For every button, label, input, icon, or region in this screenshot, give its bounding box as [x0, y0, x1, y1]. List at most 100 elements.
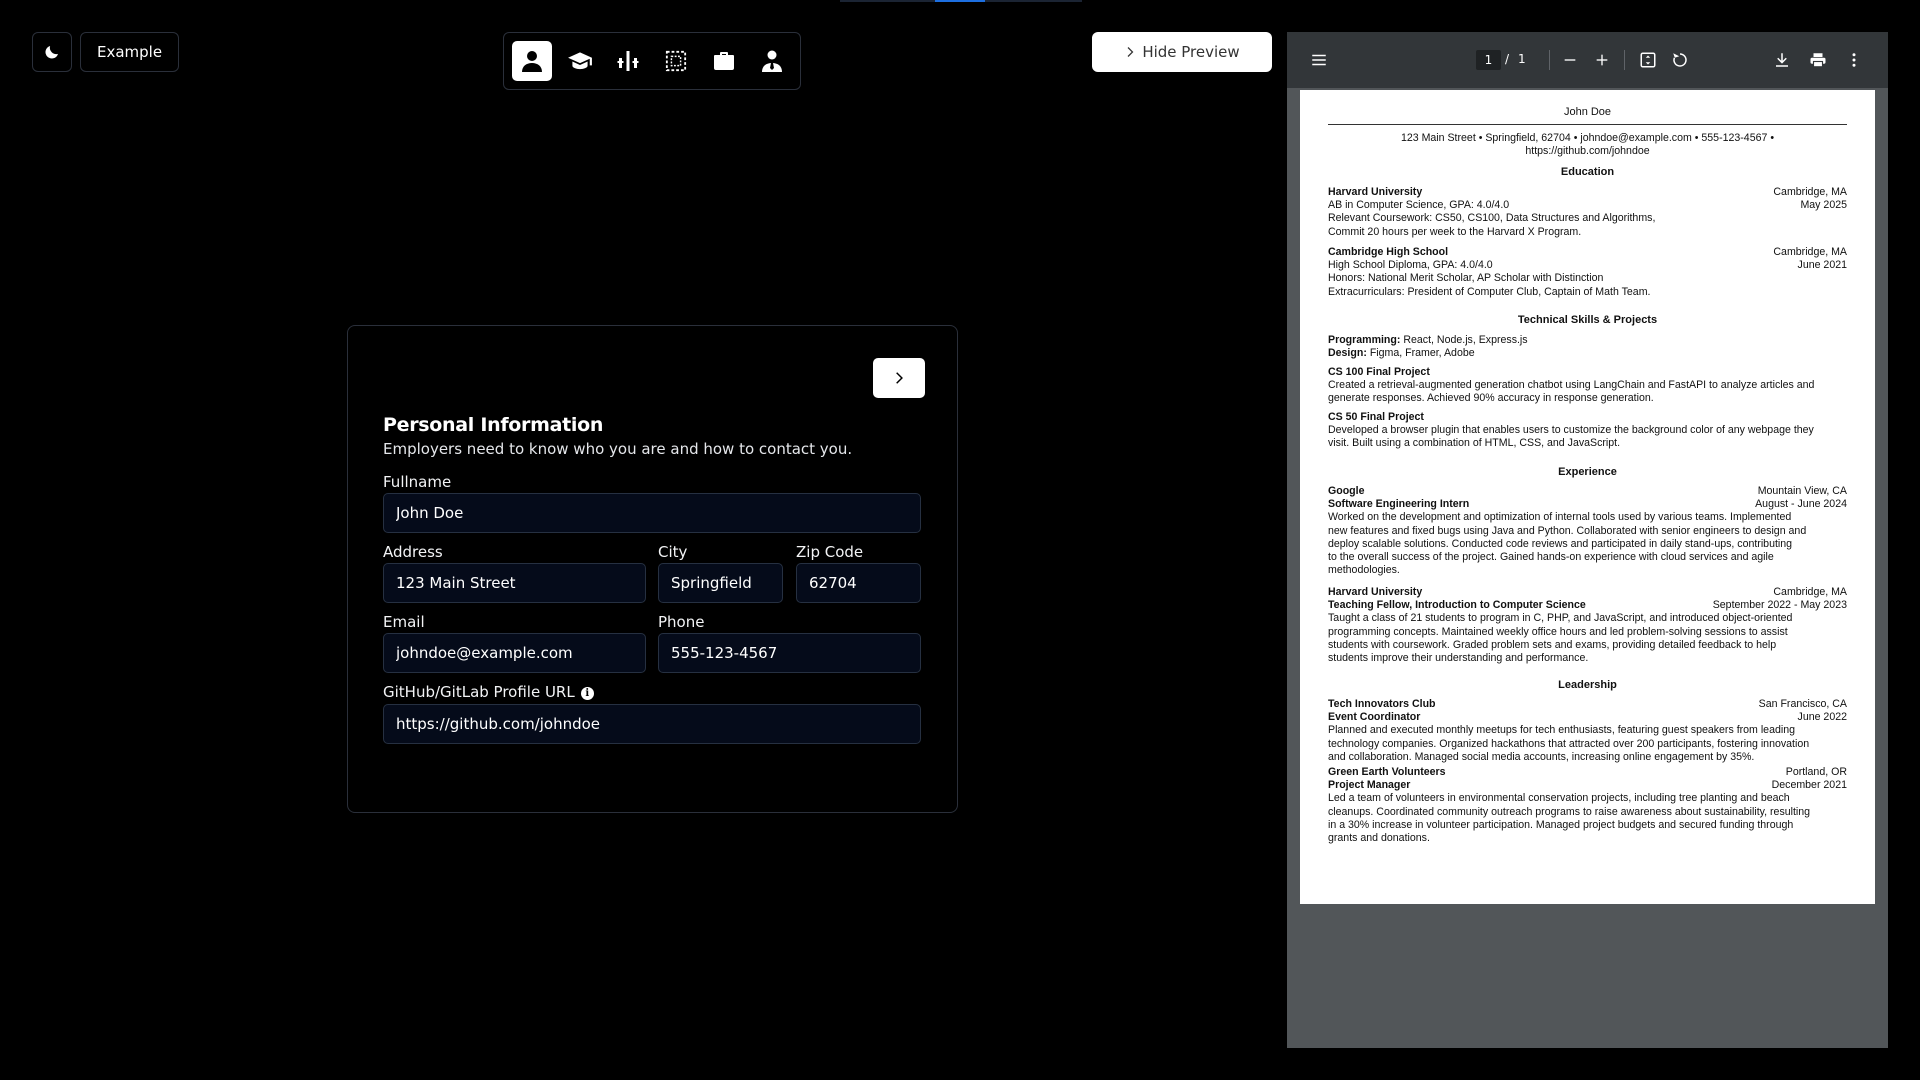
person-icon [522, 51, 542, 72]
exp-line: to the overall success of the project. G… [1328, 551, 1774, 564]
chevron-right-icon [896, 372, 903, 384]
projects-dashed-box-icon [665, 50, 687, 72]
exp-location: Cambridge, MA [1773, 586, 1847, 598]
menu-icon[interactable] [1307, 48, 1331, 72]
experience-entry: Google Mountain View, CA Software Enginee… [1328, 485, 1847, 577]
zip-label: Zip Code [796, 543, 864, 561]
city-input[interactable] [658, 563, 783, 603]
project-entry: CS 50 Final Project Developed a browser … [1328, 411, 1847, 451]
phone-label: Phone [658, 613, 705, 631]
edu-line: Honors: National Merit Scholar, AP Schol… [1328, 272, 1604, 285]
edu-school: Cambridge High School [1328, 246, 1449, 258]
exp-date: August - June 2024 [1755, 498, 1847, 511]
nav-personal-button[interactable] [512, 41, 552, 81]
leadership-heading: Leadership [1558, 679, 1617, 691]
page-separator: / [1505, 52, 1510, 66]
fit-page-icon[interactable] [1636, 48, 1660, 72]
lead-location: San Francisco, CA [1758, 698, 1847, 710]
lead-line: Planned and executed monthly meetups for… [1328, 724, 1795, 737]
exp-line: Worked on the development and optimizati… [1328, 511, 1792, 524]
lead-line: and collaboration. Managed social media … [1328, 750, 1755, 763]
lead-line: technology companies. Organized hackatho… [1328, 737, 1810, 750]
exp-line: students with coursework. Graded problem… [1328, 638, 1777, 651]
exp-line: methodologies. [1328, 564, 1400, 577]
example-button[interactable]: Example [80, 32, 180, 72]
skills-heading: Technical Skills & Projects [1517, 314, 1658, 326]
hide-preview-button[interactable]: Hide Preview [1092, 32, 1272, 72]
profile-url-label-row: GitHub/GitLab Profile URL i [383, 683, 594, 701]
more-options-icon[interactable] [1842, 48, 1866, 72]
lead-org: Tech Innovators Club [1328, 698, 1436, 710]
skill-value: React, Node.js, Express.js [1403, 334, 1528, 346]
pdf-toolbar: 1 / 1 [1287, 32, 1888, 88]
info-icon[interactable]: i [580, 687, 594, 700]
zip-input[interactable] [796, 563, 921, 603]
leadership-person-tie-icon [762, 50, 782, 72]
leadership-entry: Green Earth Volunteers Portland, OR Proje… [1328, 766, 1847, 845]
resume-page: John Doe 123 Main Street • Springfield, … [1300, 90, 1875, 904]
lead-date: December 2021 [1771, 779, 1847, 792]
moon-icon [45, 46, 58, 59]
lead-line: grants and donations. [1328, 832, 1430, 845]
project-line: generate responses. Achieved 90% accurac… [1328, 392, 1654, 405]
lead-date: June 2022 [1797, 711, 1847, 724]
page-number-input[interactable]: 1 [1476, 50, 1501, 70]
nav-projects-button[interactable] [656, 41, 696, 81]
contact-line: 123 Main Street • Springfield, 62704 • j… [1400, 132, 1775, 144]
hide-preview-label: Hide Preview [1142, 43, 1240, 61]
resume-divider [1328, 124, 1847, 125]
exp-line: new features and fixed bugs using Java a… [1328, 524, 1807, 537]
edu-location: Cambridge, MA [1773, 246, 1847, 258]
lead-line: Led a team of volunteers in environmenta… [1328, 792, 1790, 805]
toolbar-divider [1549, 50, 1550, 70]
resume-contact: 123 Main Street • Springfield, 62704 • j… [1328, 132, 1847, 158]
rotate-icon[interactable] [1668, 48, 1692, 72]
lead-role: Event Coordinator [1328, 711, 1421, 724]
fullname-label: Fullname [383, 473, 452, 491]
pdf-viewer: 1 / 1 John Doe 123 Main Street • Springf… [1287, 32, 1888, 1048]
skill-value: Figma, Framer, Adobe [1369, 347, 1475, 360]
profile-url-input[interactable] [383, 704, 921, 744]
nav-experience-button[interactable] [704, 41, 744, 81]
next-step-button[interactable] [873, 358, 925, 398]
lead-line: in a 30% increase in volunteer participa… [1328, 818, 1794, 831]
exp-line: students improve their understanding and… [1328, 652, 1589, 665]
edu-degree: High School Diploma, GPA: 4.0/4.0 [1328, 259, 1493, 272]
exp-role: Software Engineering Intern [1328, 498, 1470, 511]
exp-company: Google [1328, 485, 1365, 497]
theme-toggle-button[interactable] [32, 32, 72, 72]
zoom-in-icon[interactable] [1590, 48, 1614, 72]
lead-org: Green Earth Volunteers [1328, 766, 1446, 778]
lead-line: cleanups. Coordinated community outreach… [1328, 805, 1811, 818]
nav-leadership-button[interactable] [752, 41, 792, 81]
experience-heading: Experience [1558, 466, 1617, 478]
exp-role: Teaching Fellow, Introduction to Compute… [1328, 599, 1586, 612]
education-entry: Harvard University Cambridge, MA AB in Co… [1328, 186, 1847, 239]
lead-location: Portland, OR [1785, 766, 1847, 778]
print-icon[interactable] [1806, 48, 1830, 72]
phone-input[interactable] [658, 633, 921, 673]
project-title: CS 50 Final Project [1328, 411, 1424, 423]
nav-education-button[interactable] [560, 41, 600, 81]
briefcase-icon [714, 52, 734, 70]
city-label: City [658, 543, 688, 561]
skills-list: Programming: React, Node.js, Express.js … [1328, 334, 1847, 360]
nav-skills-button[interactable] [608, 41, 648, 81]
edu-location: Cambridge, MA [1773, 186, 1847, 198]
email-input[interactable] [383, 633, 646, 673]
lead-role: Project Manager [1328, 779, 1411, 792]
resume-name: John Doe [1563, 106, 1612, 118]
step-progress-fill [935, 0, 985, 2]
toolbar-divider [1624, 50, 1625, 70]
project-line: Developed a browser plugin that enables … [1328, 424, 1814, 437]
skill-label: Programming: [1328, 334, 1401, 346]
chevron-right-icon [1127, 47, 1134, 57]
zoom-out-icon[interactable] [1558, 48, 1582, 72]
fullname-input[interactable] [383, 493, 921, 533]
email-label: Email [383, 613, 425, 631]
section-nav [503, 32, 801, 90]
edu-date: May 2025 [1800, 199, 1847, 212]
download-icon[interactable] [1770, 48, 1794, 72]
address-input[interactable] [383, 563, 646, 603]
edu-school: Harvard University [1328, 186, 1423, 198]
